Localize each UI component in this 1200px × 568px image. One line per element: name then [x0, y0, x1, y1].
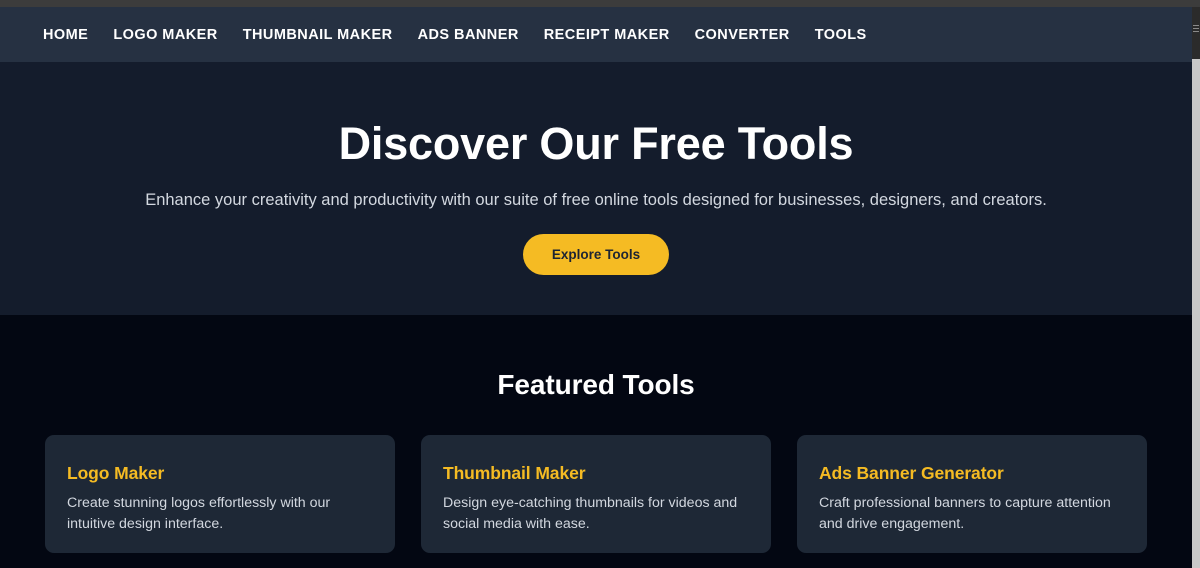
- tool-card-title: Ads Banner Generator: [819, 463, 1004, 483]
- nav-link-thumbnail-maker[interactable]: THUMBNAIL MAKER: [243, 27, 393, 43]
- tool-card-description: Craft professional banners to capture at…: [819, 495, 1111, 533]
- tool-card-description: Create stunning logos effortlessly with …: [67, 495, 331, 533]
- tool-card-description: Design eye-catching thumbnails for video…: [443, 495, 738, 533]
- hero-section: Discover Our Free Tools Enhance your cre…: [0, 62, 1192, 315]
- nav-link-logo-maker[interactable]: LOGO MAKER: [113, 27, 217, 43]
- featured-tools-heading: Featured Tools: [497, 369, 695, 400]
- tool-card-title: Logo Maker: [67, 463, 165, 483]
- main-navigation-bar: HOME LOGO MAKER THUMBNAIL MAKER ADS BANN…: [0, 7, 1192, 62]
- nav-link-converter[interactable]: CONVERTER: [695, 27, 790, 43]
- page-scrollbar[interactable]: [1192, 7, 1200, 568]
- nav-link-receipt-maker[interactable]: RECEIPT MAKER: [544, 27, 670, 43]
- tool-card-title: Thumbnail Maker: [443, 463, 586, 483]
- page-viewport: HOME LOGO MAKER THUMBNAIL MAKER ADS BANN…: [0, 7, 1200, 568]
- browser-chrome-strip: [0, 0, 1200, 7]
- tool-card-list: Logo Maker Create stunning logos effortl…: [0, 401, 1192, 553]
- tool-card-logo-maker[interactable]: Logo Maker Create stunning logos effortl…: [45, 435, 395, 553]
- nav-link-home[interactable]: HOME: [43, 27, 88, 43]
- tool-card-thumbnail-maker[interactable]: Thumbnail Maker Design eye-catching thum…: [421, 435, 771, 553]
- hero-title: Discover Our Free Tools: [338, 118, 854, 169]
- featured-tools-section: Featured Tools Logo Maker Create stunnin…: [0, 315, 1192, 568]
- scrollbar-grip-icon: [1193, 25, 1199, 35]
- tool-card-ads-banner-generator[interactable]: Ads Banner Generator Craft professional …: [797, 435, 1147, 553]
- hero-subtitle: Enhance your creativity and productivity…: [145, 190, 1047, 209]
- nav-link-tools[interactable]: TOOLS: [815, 27, 867, 43]
- page-scrollbar-thumb[interactable]: [1192, 7, 1200, 59]
- nav-link-ads-banner[interactable]: ADS BANNER: [418, 27, 519, 43]
- explore-tools-button[interactable]: Explore Tools: [522, 233, 670, 275]
